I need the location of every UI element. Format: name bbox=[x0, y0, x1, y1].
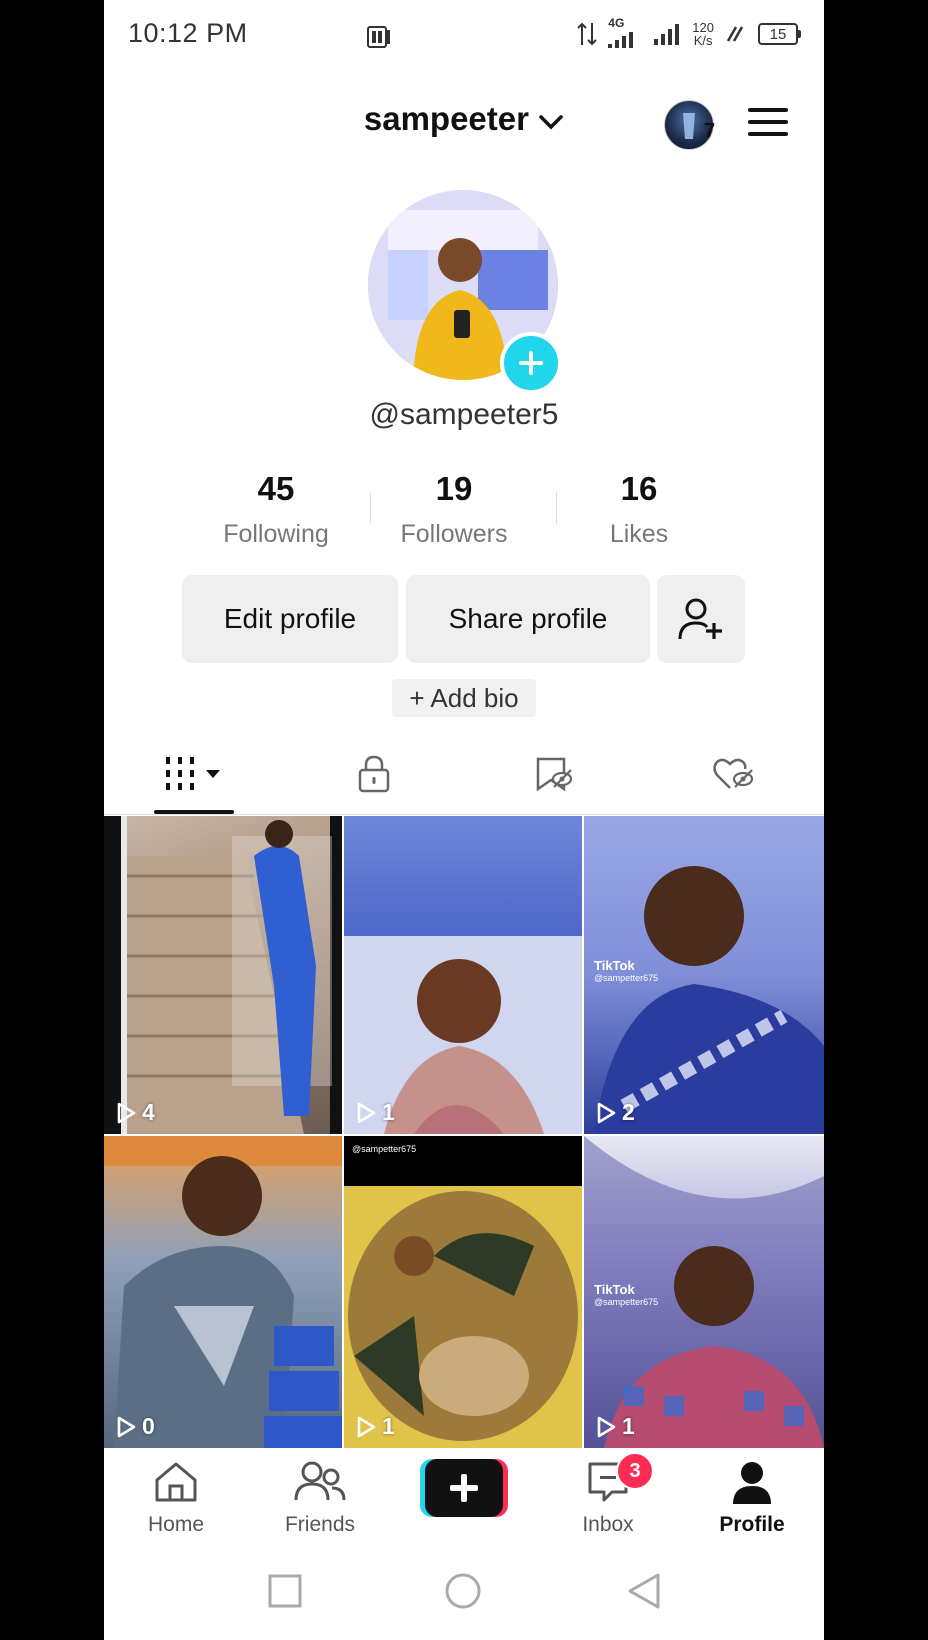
notification-count: 7 bbox=[704, 120, 716, 142]
video-thumbnail[interactable]: 4 bbox=[104, 816, 342, 1134]
video-thumbnail[interactable]: TikTok @sampetter675 1 bbox=[584, 1136, 824, 1448]
friends-icon bbox=[294, 1461, 346, 1501]
play-count-value: 1 bbox=[382, 1099, 395, 1125]
play-icon bbox=[117, 1102, 136, 1123]
play-count: 1 bbox=[596, 1413, 635, 1440]
play-count-value: 1 bbox=[622, 1413, 635, 1439]
video-thumbnail[interactable]: 0 bbox=[104, 1136, 342, 1448]
followers-count: 19 bbox=[435, 470, 473, 507]
play-count-value: 0 bbox=[142, 1413, 155, 1439]
saved-hidden-icon bbox=[536, 757, 573, 792]
status-time: 10:12 PM bbox=[128, 18, 248, 48]
tab-liked[interactable] bbox=[644, 750, 824, 798]
watermark-handle: @sampetter675 bbox=[594, 1297, 659, 1307]
play-icon bbox=[597, 1416, 616, 1437]
add-friends-button[interactable] bbox=[657, 575, 745, 663]
signal-4g: 4G bbox=[608, 16, 644, 48]
stat-likes[interactable]: 16 Likes bbox=[549, 470, 729, 549]
nav-home-label: Home bbox=[147, 1513, 205, 1536]
play-icon bbox=[117, 1416, 136, 1437]
nav-inbox-label: Inbox bbox=[582, 1513, 634, 1536]
tiktok-watermark: TikTok @sampetter675 bbox=[594, 1282, 658, 1307]
stat-followers[interactable]: 19 Followers bbox=[364, 470, 544, 549]
play-count-value: 1 bbox=[382, 1413, 395, 1439]
username: sampeeter bbox=[363, 100, 529, 137]
play-icon bbox=[597, 1102, 616, 1123]
battery-level: 15 bbox=[769, 25, 787, 43]
play-count-value: 4 bbox=[142, 1099, 155, 1125]
play-icon bbox=[357, 1102, 376, 1123]
video-thumbnail[interactable]: TikTok @sampetter675 2 bbox=[584, 816, 824, 1134]
network-speed: 120 K/s bbox=[692, 21, 714, 47]
add-user-icon bbox=[678, 598, 722, 640]
nav-profile[interactable]: Profile bbox=[680, 1460, 824, 1537]
menu-icon[interactable] bbox=[748, 106, 788, 143]
status-icons: 4G 120 K/s 15 bbox=[576, 16, 801, 48]
nav-friends[interactable]: Friends bbox=[248, 1460, 392, 1537]
system-nav-bar bbox=[104, 1540, 824, 1640]
data-transfer-icon bbox=[577, 22, 598, 46]
tabs-divider bbox=[104, 814, 824, 815]
account-switcher[interactable]: sampeeter bbox=[104, 100, 824, 140]
watermark-handle: @sampetter675 bbox=[352, 1144, 417, 1154]
videos-grid-icon bbox=[166, 757, 220, 790]
edit-profile-button[interactable]: Edit profile bbox=[182, 575, 398, 663]
likes-label: Likes bbox=[609, 520, 669, 548]
phone-screen: 10:12 PM 4G 120 K/s 15 sampeeter 7 @samp… bbox=[104, 0, 824, 1640]
speed-unit: K/s bbox=[693, 33, 713, 48]
lock-icon bbox=[358, 755, 390, 793]
stat-following[interactable]: 45 Following bbox=[186, 470, 366, 549]
nav-inbox[interactable]: Inbox bbox=[536, 1460, 680, 1537]
home-circle-icon[interactable] bbox=[444, 1572, 482, 1610]
nav-friends-label: Friends bbox=[284, 1513, 356, 1536]
play-count: 1 bbox=[356, 1413, 395, 1440]
video-thumbnail[interactable]: @sampetter675 1 bbox=[344, 1136, 582, 1448]
profile-icon bbox=[733, 1462, 771, 1504]
watermark-handle: @sampetter675 bbox=[594, 973, 659, 983]
tab-private[interactable] bbox=[284, 750, 464, 798]
home-icon bbox=[155, 1462, 197, 1502]
tiktok-watermark: @sampetter675 bbox=[352, 1144, 416, 1154]
create-button[interactable] bbox=[420, 1459, 508, 1517]
inbox-badge: 3 bbox=[616, 1452, 654, 1490]
nav-profile-label: Profile bbox=[719, 1513, 785, 1536]
screen-record-icon bbox=[366, 24, 392, 55]
nav-home[interactable]: Home bbox=[104, 1460, 248, 1537]
add-bio-button[interactable]: + Add bio bbox=[392, 679, 536, 717]
charging-icon bbox=[726, 26, 744, 42]
play-count-value: 2 bbox=[622, 1099, 635, 1125]
add-avatar-button[interactable] bbox=[500, 332, 562, 394]
plus-icon bbox=[519, 351, 543, 375]
share-profile-button[interactable]: Share profile bbox=[406, 575, 650, 663]
tab-videos[interactable] bbox=[104, 750, 284, 798]
profile-handle: @sampeeter5 bbox=[369, 398, 559, 431]
video-thumbnail[interactable]: 1 bbox=[344, 816, 582, 1134]
likes-count: 16 bbox=[620, 470, 658, 507]
tab-saved[interactable] bbox=[464, 750, 644, 798]
recent-apps-icon[interactable] bbox=[268, 1574, 302, 1608]
play-count: 1 bbox=[356, 1099, 395, 1126]
watermark-brand: TikTok bbox=[594, 1282, 635, 1297]
chevron-down-icon bbox=[538, 102, 564, 140]
play-icon bbox=[357, 1416, 376, 1437]
back-icon[interactable] bbox=[626, 1572, 662, 1610]
tiktok-watermark: TikTok @sampetter675 bbox=[594, 958, 658, 983]
battery-indicator: 15 bbox=[758, 23, 801, 45]
followers-label: Followers bbox=[400, 520, 508, 548]
following-label: Following bbox=[223, 520, 329, 548]
watermark-brand: TikTok bbox=[594, 958, 635, 973]
play-count: 0 bbox=[116, 1413, 155, 1440]
liked-hidden-icon bbox=[713, 758, 754, 789]
play-count: 2 bbox=[596, 1099, 635, 1126]
following-count: 45 bbox=[257, 470, 295, 507]
play-count: 4 bbox=[116, 1099, 155, 1126]
signal-icon bbox=[654, 24, 680, 45]
